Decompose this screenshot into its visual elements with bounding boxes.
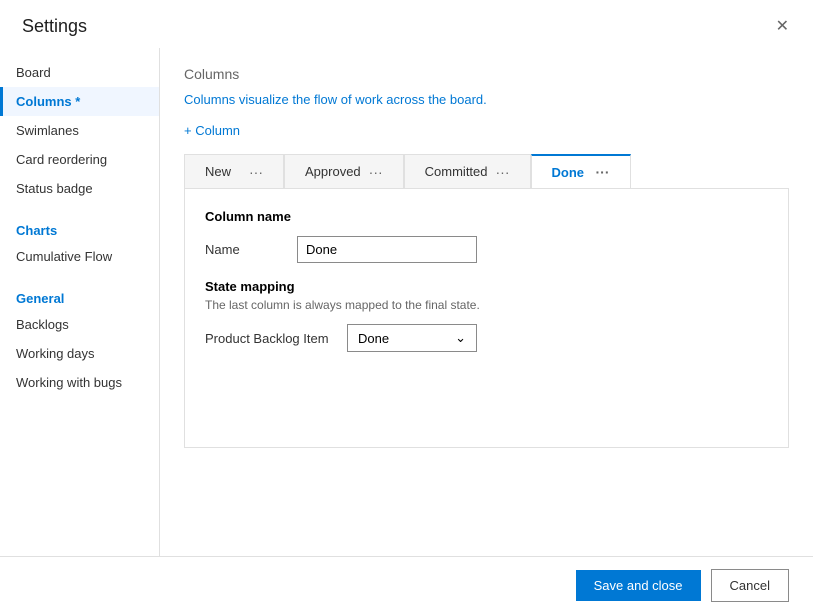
name-form-row: Name [205, 236, 768, 263]
dialog-header: Settings ✕ [0, 0, 813, 48]
sidebar-item-working-with-bugs[interactable]: Working with bugs [0, 368, 159, 397]
tab-committed-label: Committed [425, 164, 488, 179]
tab-approved-dots[interactable]: ··· [369, 164, 383, 180]
state-mapping-desc: The last column is always mapped to the … [205, 298, 768, 312]
cancel-button[interactable]: Cancel [711, 569, 789, 602]
column-content-box: Column name Name State mapping The last … [184, 188, 789, 448]
settings-dialog: Settings ✕ Board Columns * Swimlanes Car… [0, 0, 813, 614]
sidebar-divider-1 [0, 203, 159, 211]
sidebar-item-board[interactable]: Board [0, 58, 159, 87]
dialog-footer: Save and close Cancel [0, 556, 813, 614]
tab-done[interactable]: Done ··· [531, 154, 631, 188]
add-column-button[interactable]: + Column [184, 123, 240, 138]
sidebar-group-general: General [0, 279, 159, 310]
sidebar-group-charts: Charts [0, 211, 159, 242]
sidebar-item-status-badge[interactable]: Status badge [0, 174, 159, 203]
mapping-row: Product Backlog Item Done ⌄ [205, 324, 768, 352]
close-button[interactable]: ✕ [770, 14, 795, 38]
save-and-close-button[interactable]: Save and close [576, 570, 701, 601]
dialog-body: Board Columns * Swimlanes Card reorderin… [0, 48, 813, 556]
state-mapping-title: State mapping [205, 279, 768, 294]
tab-done-dots[interactable]: ··· [596, 164, 610, 180]
description-text: Columns visualize the flow of work acros… [184, 92, 789, 107]
sidebar-item-backlogs[interactable]: Backlogs [0, 310, 159, 339]
tab-committed-dots[interactable]: ··· [496, 164, 510, 180]
sidebar-item-swimlanes[interactable]: Swimlanes [0, 116, 159, 145]
name-input[interactable] [297, 236, 477, 263]
tab-new-label: New [205, 164, 231, 179]
sidebar-item-columns[interactable]: Columns * [0, 87, 159, 116]
main-content: Columns Columns visualize the flow of wo… [160, 48, 813, 556]
section-title: Columns [184, 66, 789, 82]
chevron-down-icon: ⌄ [455, 330, 466, 346]
name-label: Name [205, 242, 285, 257]
dialog-title: Settings [22, 16, 87, 37]
column-name-section-title: Column name [205, 209, 768, 224]
tab-approved[interactable]: Approved ··· [284, 154, 404, 188]
tab-committed[interactable]: Committed ··· [404, 154, 531, 188]
tab-new[interactable]: New ··· [184, 154, 284, 188]
sidebar: Board Columns * Swimlanes Card reorderin… [0, 48, 160, 556]
state-mapping-section: State mapping The last column is always … [205, 279, 768, 352]
product-backlog-select[interactable]: Done ⌄ [347, 324, 477, 352]
tab-approved-label: Approved [305, 164, 361, 179]
sidebar-item-cumulative-flow[interactable]: Cumulative Flow [0, 242, 159, 271]
sidebar-item-working-days[interactable]: Working days [0, 339, 159, 368]
tab-done-label: Done [552, 165, 585, 180]
columns-tabs: New ··· Approved ··· Committed ··· Done … [184, 154, 789, 188]
product-backlog-label: Product Backlog Item [205, 331, 335, 346]
tab-new-dots[interactable]: ··· [249, 164, 263, 180]
sidebar-item-card-reordering[interactable]: Card reordering [0, 145, 159, 174]
product-backlog-value: Done [358, 331, 389, 346]
sidebar-divider-2 [0, 271, 159, 279]
